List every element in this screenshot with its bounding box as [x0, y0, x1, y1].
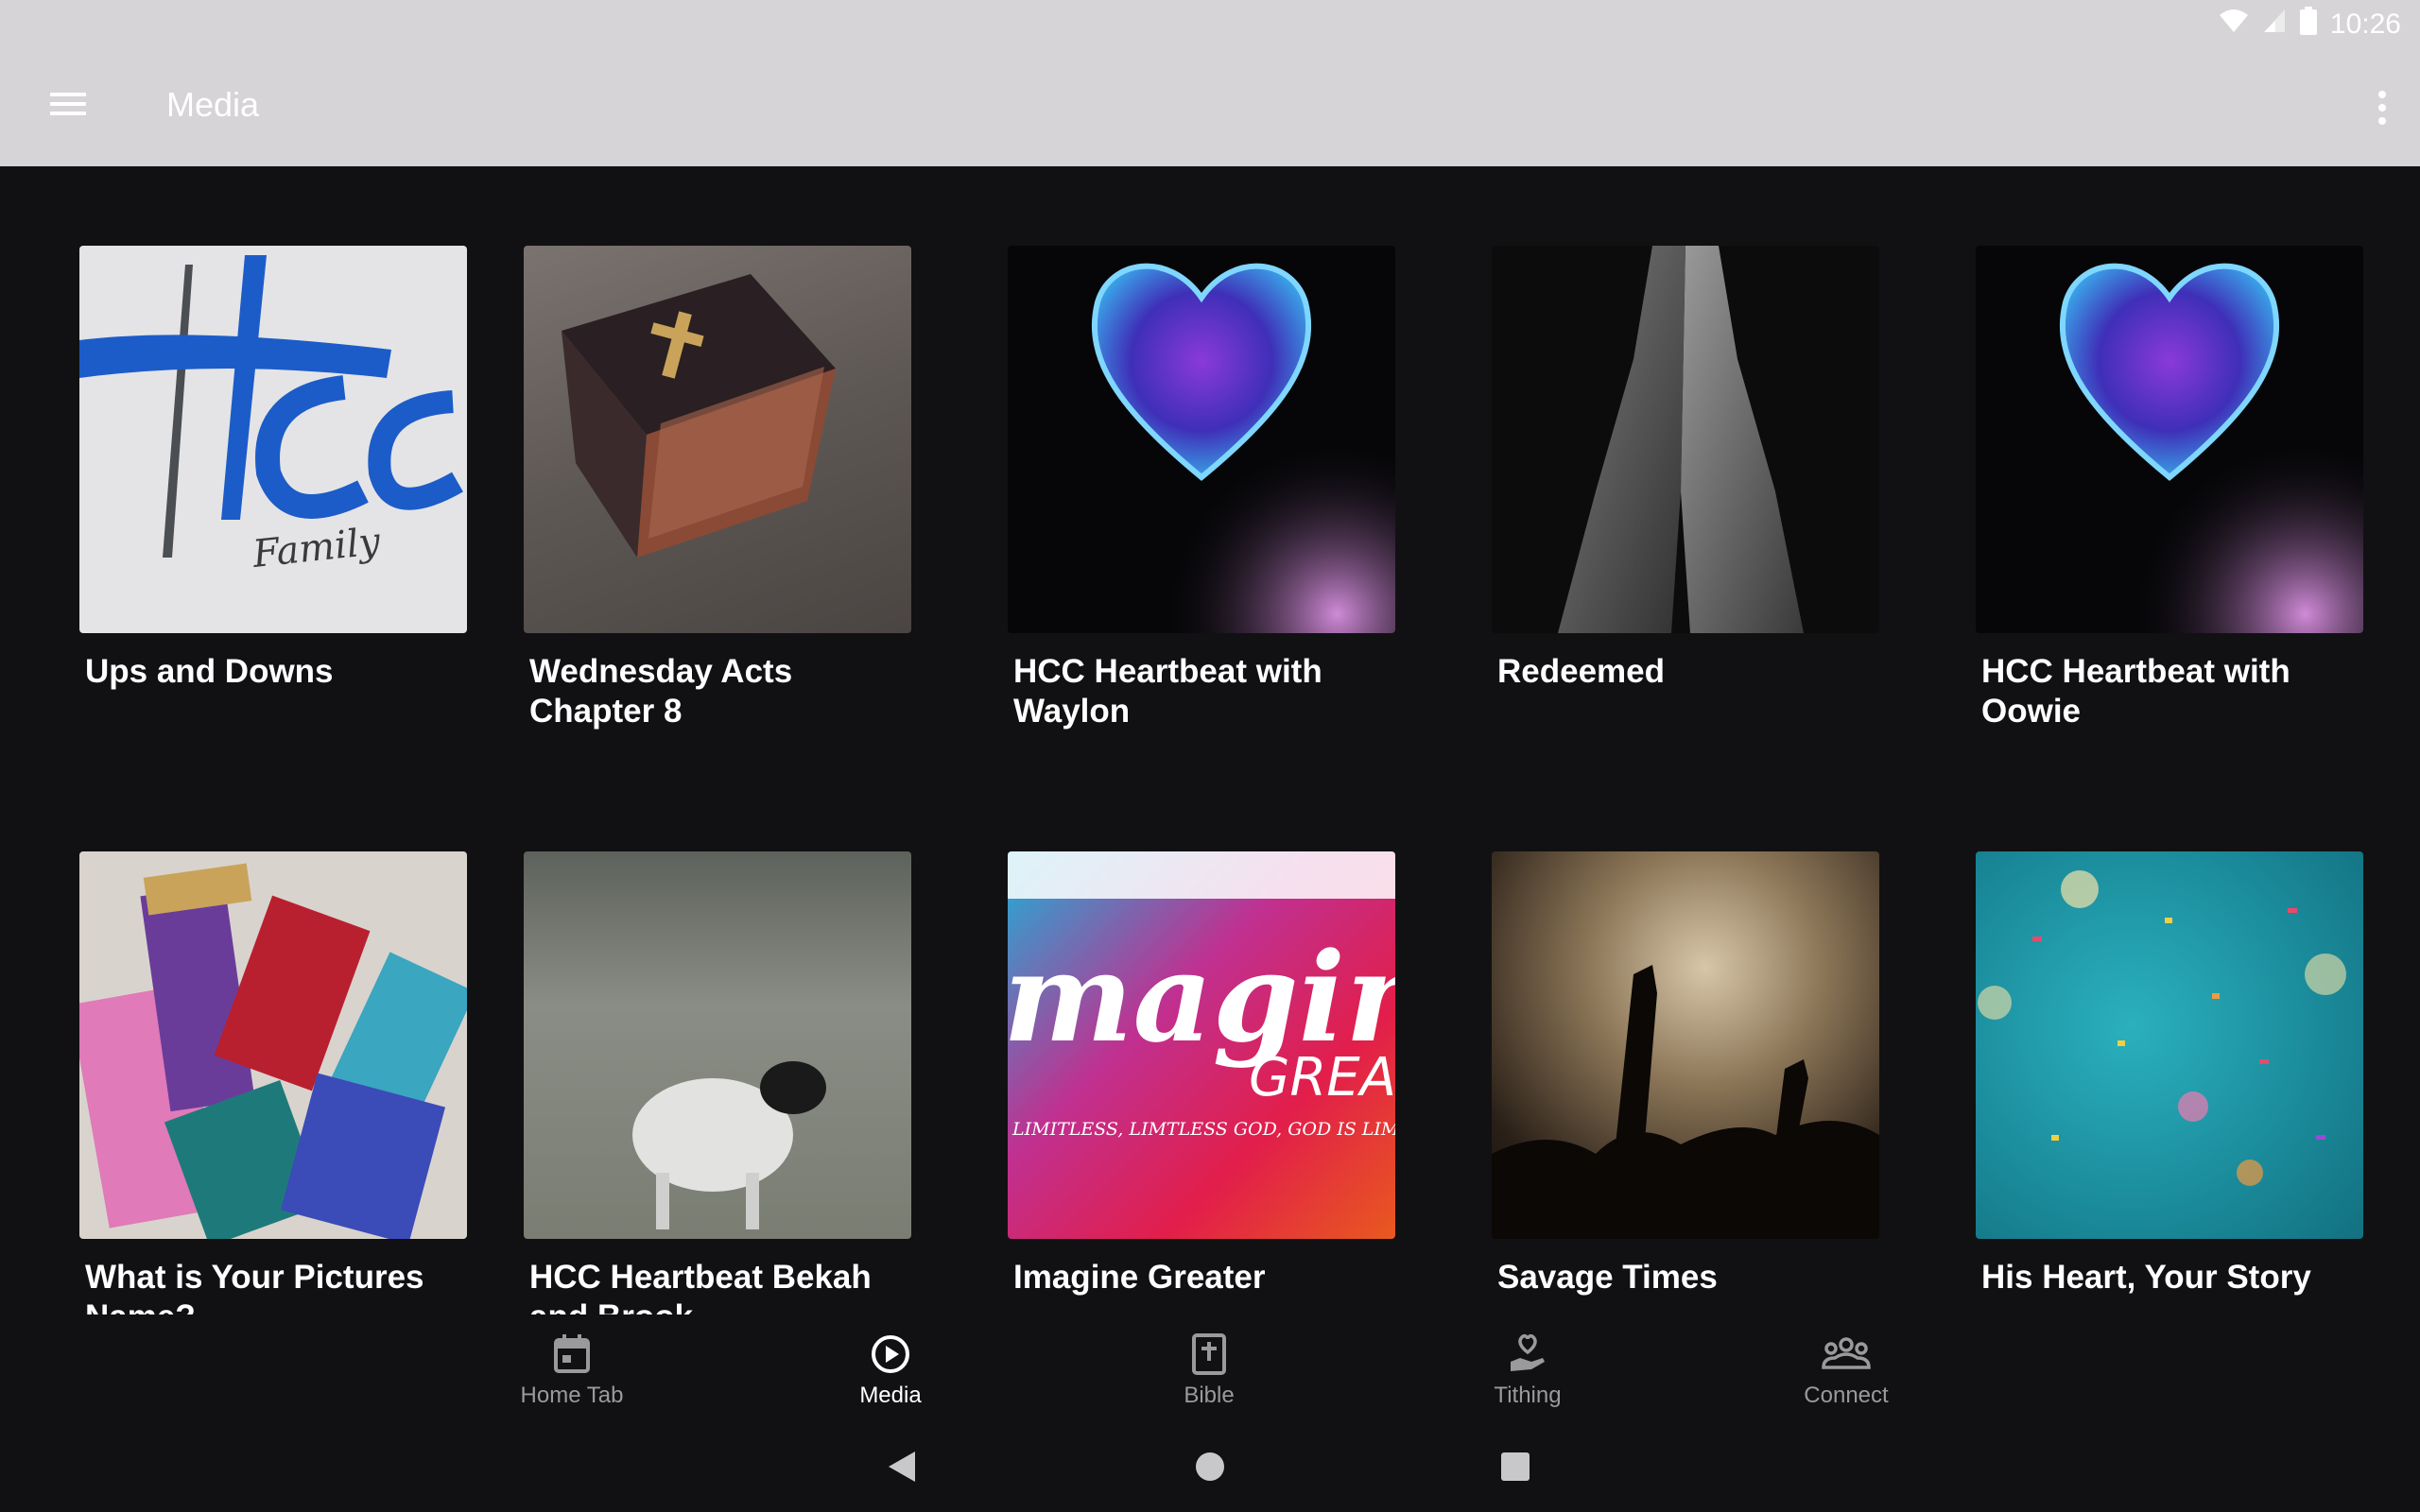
media-card[interactable]: Family Ups and Downs: [79, 246, 467, 692]
media-thumbnail-praying-hands: [1492, 246, 1879, 633]
app-bar: Media: [0, 49, 2420, 166]
play-circle-icon: [796, 1332, 985, 1377]
nav-label: Media: [859, 1383, 922, 1408]
nav-item-home-tab[interactable]: Home Tab: [477, 1332, 666, 1417]
media-title: Ups and Downs: [85, 653, 334, 690]
media-title: HCC Heartbeat Bekah and Brook: [529, 1259, 872, 1314]
media-thumbnail-hcc-logo: Family: [79, 246, 467, 633]
system-navigation-bar: [0, 1418, 2420, 1512]
media-title: What is Your Pictures Name?: [85, 1259, 424, 1314]
media-title: HCC Heartbeat with Waylon: [1013, 653, 1322, 730]
imagine-tagline-text: LIMITLESS, LIMTLESS GOD, GOD IS LIM: [1011, 1119, 1395, 1140]
nav-item-media[interactable]: Media: [796, 1332, 985, 1417]
nav-item-tithing[interactable]: Tithing: [1433, 1332, 1622, 1417]
nav-label: Home Tab: [520, 1383, 624, 1408]
wifi-icon: [2219, 8, 2249, 42]
media-title: Savage Times: [1497, 1259, 1718, 1296]
media-card[interactable]: HCC Heartbeat Bekah and Brook: [524, 851, 911, 1314]
group-icon: [1752, 1332, 1941, 1377]
home-icon[interactable]: [1186, 1443, 1234, 1490]
media-thumbnail-concert: [1492, 851, 1879, 1239]
media-thumbnail-confetti: [1976, 851, 2363, 1239]
media-thumbnail-heart: [1976, 246, 2363, 633]
nav-label: Bible: [1184, 1383, 1235, 1408]
nav-label: Tithing: [1494, 1383, 1562, 1408]
media-title: Redeemed: [1497, 653, 1666, 690]
media-title: HCC Heartbeat with Oowie: [1981, 653, 2290, 730]
status-bar: 10:26: [0, 0, 2420, 49]
imagine-great-text: GREA: [1249, 1047, 1395, 1108]
media-title: Wednesday Acts Chapter 8: [529, 653, 793, 730]
cell-signal-icon: [2262, 8, 2287, 42]
media-card[interactable]: His Heart, Your Story: [1976, 851, 2363, 1297]
media-thumbnail-bible: [524, 246, 911, 633]
battery-icon: [2299, 7, 2317, 43]
recents-icon[interactable]: [1492, 1443, 1539, 1490]
media-thumbnail-paint-brushes: [79, 851, 467, 1239]
page-title: Media: [166, 85, 260, 124]
hcc-family-text: Family: [250, 520, 383, 576]
media-card[interactable]: Redeemed: [1492, 246, 1879, 692]
media-card[interactable]: Wednesday Acts Chapter 8: [524, 246, 911, 731]
nav-item-bible[interactable]: Bible: [1115, 1332, 1304, 1417]
status-icons: 10:26: [2219, 6, 2401, 43]
media-thumbnail-sheep: [524, 851, 911, 1239]
media-thumbnail-imagine-greater: magin GREA LIMITLESS, LIMTLESS GOD, GOD …: [1008, 851, 1395, 1239]
nav-label: Connect: [1804, 1383, 1889, 1408]
calendar-icon: [477, 1332, 666, 1377]
bible-icon: [1115, 1332, 1304, 1377]
bottom-navigation: Home Tab Media Bible Tithing Connect: [0, 1314, 2420, 1418]
media-card[interactable]: What is Your Pictures Name?: [79, 851, 467, 1314]
media-card[interactable]: magin GREA LIMITLESS, LIMTLESS GOD, GOD …: [1008, 851, 1395, 1297]
media-title: Imagine Greater: [1013, 1259, 1266, 1296]
give-hand-heart-icon: [1433, 1332, 1622, 1377]
media-thumbnail-heart: [1008, 246, 1395, 633]
media-title: His Heart, Your Story: [1981, 1259, 2311, 1296]
media-grid: Family Ups and Downs Wednesday Acts Chap…: [0, 166, 2420, 1314]
media-card[interactable]: HCC Heartbeat with Oowie: [1976, 246, 2363, 731]
media-card[interactable]: Savage Times: [1492, 851, 1879, 1297]
back-icon[interactable]: [879, 1443, 926, 1490]
more-options-icon[interactable]: [2363, 83, 2401, 132]
clock: 10:26: [2329, 9, 2401, 40]
nav-item-connect[interactable]: Connect: [1752, 1332, 1941, 1417]
media-card[interactable]: HCC Heartbeat with Waylon: [1008, 246, 1395, 731]
hamburger-menu-icon[interactable]: [43, 87, 93, 129]
